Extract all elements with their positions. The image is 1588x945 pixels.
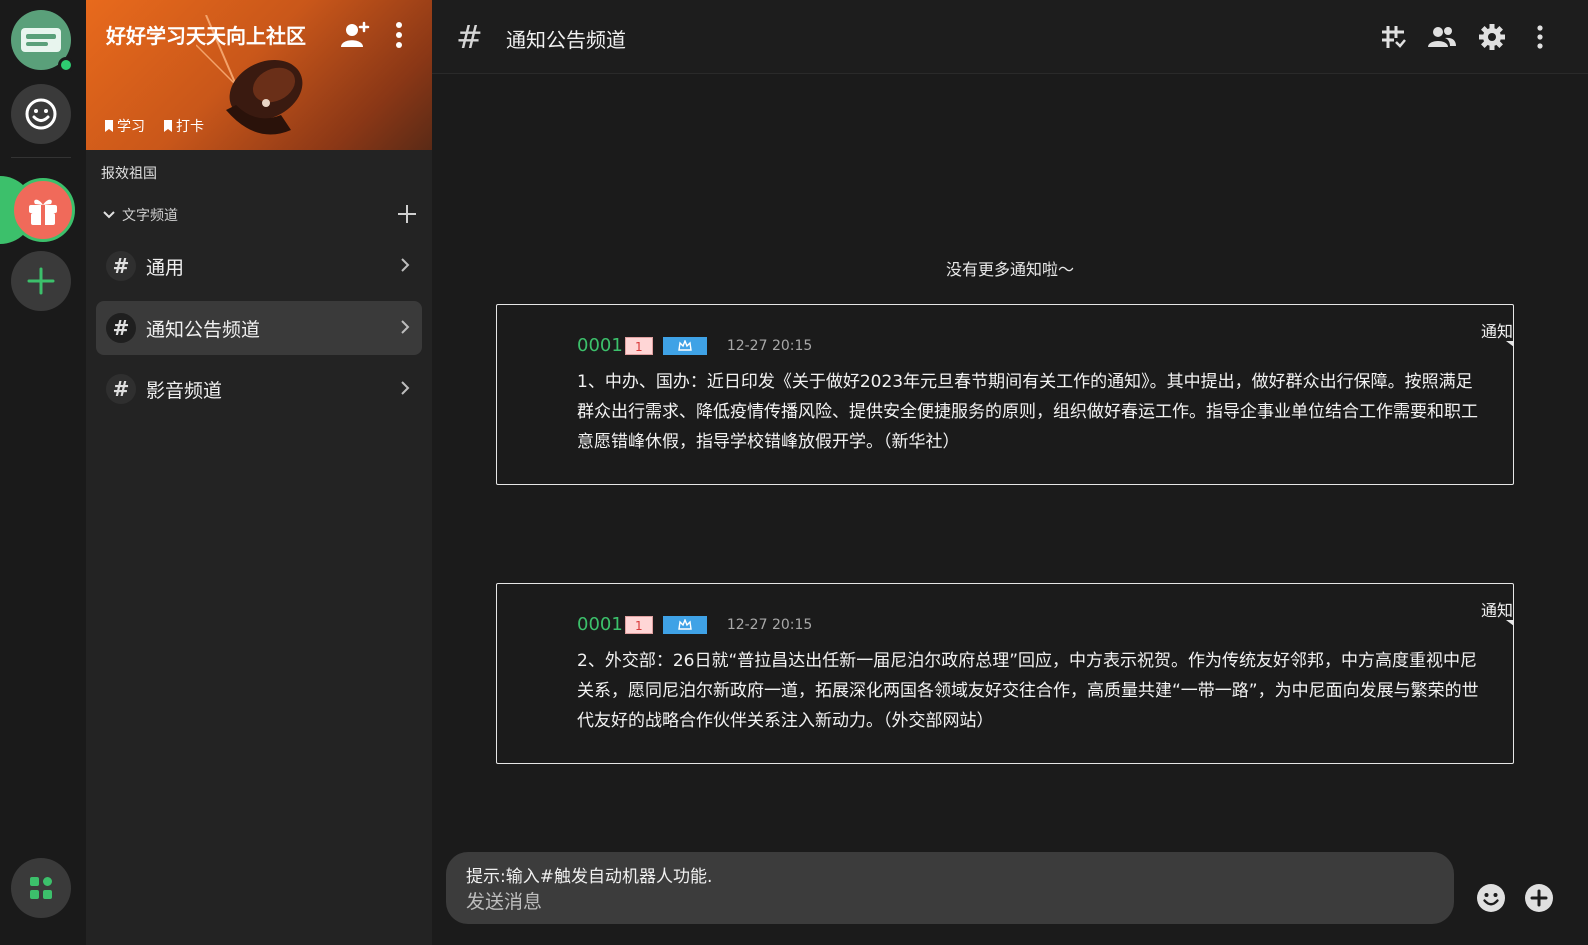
crown-icon bbox=[678, 339, 692, 351]
notice-card: 通知 0001 1 12-27 20:15 1、中办、国办：近日印发《关于做好2… bbox=[496, 304, 1514, 485]
guild-tag[interactable]: 学习 bbox=[104, 116, 145, 136]
settings-icon[interactable] bbox=[1475, 20, 1509, 54]
crown-icon bbox=[678, 618, 692, 630]
apps-icon[interactable] bbox=[11, 858, 71, 918]
channel-name: 影音频道 bbox=[146, 379, 223, 402]
rail-divider bbox=[11, 157, 71, 158]
notice-meta: 0001 1 12-27 20:15 bbox=[577, 614, 812, 635]
corner-fold bbox=[1506, 341, 1514, 347]
gift-icon[interactable] bbox=[11, 178, 75, 242]
chevron-right-icon bbox=[401, 320, 410, 334]
guild-tags: 学习 打卡 bbox=[104, 116, 204, 136]
server-rail bbox=[0, 0, 86, 945]
notice-content: 2、外交部：26日就“普拉昌达出任新一届尼泊尔政府总理”回应，中方表示祝贺。作为… bbox=[577, 651, 1479, 731]
crown-badge bbox=[662, 336, 707, 355]
notice-card: 通知 0001 1 12-27 20:15 2、外交部：26日就“普拉昌达出任新… bbox=[496, 583, 1514, 764]
message-composer: 提示:输入#触发自动机器人功能. bbox=[446, 852, 1454, 924]
author-name[interactable]: 0001 bbox=[577, 614, 623, 635]
notice-type-label: 通知 bbox=[1480, 601, 1513, 620]
no-more-notices: 没有更多通知啦～ bbox=[945, 260, 1074, 279]
invite-member-icon[interactable] bbox=[338, 18, 372, 52]
hash-icon: # bbox=[106, 251, 136, 281]
notice-type-label: 通知 bbox=[1480, 322, 1513, 341]
add-server-icon[interactable] bbox=[11, 251, 71, 311]
app-window: 好好学习天天向上社区 学习 打卡 报效祖国 文字频道 # 通用 # 通知公告频道… bbox=[0, 0, 1588, 945]
guild-banner: 好好学习天天向上社区 学习 打卡 bbox=[86, 0, 432, 150]
online-status-dot bbox=[58, 57, 74, 73]
guild-tag-label: 学习 bbox=[117, 119, 145, 135]
channel-item-general[interactable]: # 通用 bbox=[96, 239, 422, 293]
add-attachment-icon[interactable] bbox=[1523, 882, 1555, 914]
guild-name: 好好学习天天向上社区 bbox=[106, 24, 306, 48]
notice-content: 1、中办、国办：近日印发《关于做好2023年元旦春节期间有关工作的通知》。其中提… bbox=[577, 372, 1478, 452]
corner-fold bbox=[1506, 620, 1514, 626]
author-name[interactable]: 0001 bbox=[577, 335, 623, 356]
category-text-channels[interactable]: 文字频道 bbox=[102, 203, 418, 227]
emoji-icon[interactable] bbox=[1475, 882, 1507, 914]
channel-header: # 通知公告频道 bbox=[432, 0, 1588, 74]
hash-icon: # bbox=[456, 18, 483, 56]
crown-badge bbox=[662, 615, 707, 634]
smiley-icon[interactable] bbox=[11, 84, 71, 144]
channel-title: 通知公告频道 bbox=[506, 28, 626, 52]
channel-name: 通用 bbox=[146, 256, 185, 279]
bookmark-icon bbox=[105, 120, 113, 132]
notice-meta: 0001 1 12-27 20:15 bbox=[577, 335, 812, 356]
add-channel-icon[interactable] bbox=[396, 203, 418, 225]
hash-icon: # bbox=[106, 313, 136, 343]
server-list-icon[interactable] bbox=[11, 10, 74, 73]
composer-hint: 提示:输入#触发自动机器人功能. bbox=[466, 867, 713, 887]
channel-sidebar: 好好学习天天向上社区 学习 打卡 报效祖国 文字频道 # 通用 # 通知公告频道… bbox=[86, 0, 432, 945]
channel-item-announcements[interactable]: # 通知公告频道 bbox=[96, 301, 422, 355]
chevron-down-icon bbox=[103, 211, 115, 219]
message-input[interactable] bbox=[466, 888, 1426, 916]
chevron-right-icon bbox=[401, 381, 410, 395]
level-badge: 1 bbox=[624, 615, 653, 634]
channel-name: 通知公告频道 bbox=[146, 318, 261, 341]
hash-icon: # bbox=[106, 374, 136, 404]
more-vertical-icon[interactable] bbox=[1523, 20, 1557, 54]
notice-time: 12-27 20:15 bbox=[726, 616, 813, 633]
bookmark-icon bbox=[164, 120, 172, 132]
main-panel: # 通知公告频道 没有更多通知啦～ 通知 0001 1 12-27 20:15 … bbox=[432, 0, 1588, 945]
section-label: 报效祖国 bbox=[101, 166, 157, 182]
guild-tag-label: 打卡 bbox=[176, 119, 204, 135]
channel-grid-icon[interactable] bbox=[1376, 20, 1410, 54]
category-label: 文字频道 bbox=[122, 208, 178, 224]
members-icon[interactable] bbox=[1425, 20, 1459, 54]
notice-time: 12-27 20:15 bbox=[726, 337, 813, 354]
chevron-right-icon bbox=[401, 258, 410, 272]
channel-item-media[interactable]: # 影音频道 bbox=[96, 362, 422, 416]
level-badge: 1 bbox=[624, 336, 653, 355]
guild-more-icon[interactable] bbox=[382, 18, 416, 52]
guild-tag[interactable]: 打卡 bbox=[163, 116, 204, 136]
